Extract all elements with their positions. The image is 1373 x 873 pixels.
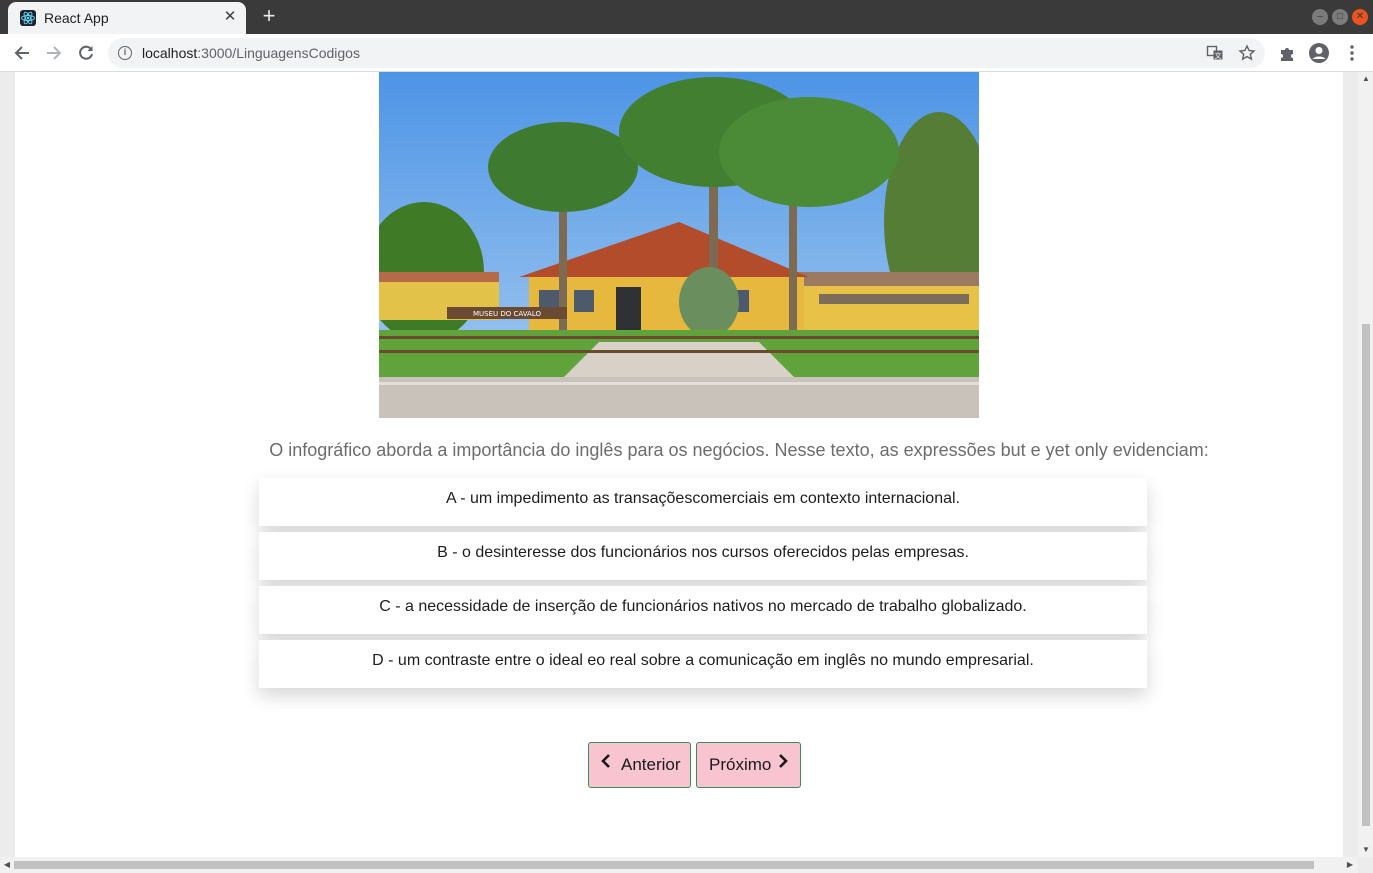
browser-titlebar: React App ✕ + – □ ✕ (0, 0, 1373, 34)
page-container: MUSEU DO CAVALO O infográfico aborda a i… (15, 72, 1343, 857)
horizontal-scroll-thumb[interactable] (14, 861, 1314, 869)
extensions-puzzle-icon[interactable] (1277, 42, 1299, 64)
vertical-scrollbar[interactable]: ▲ ▼ (1358, 72, 1373, 857)
previous-button[interactable]: Anterior (588, 742, 691, 788)
maximize-button[interactable]: □ (1332, 9, 1348, 25)
question-image: MUSEU DO CAVALO (379, 72, 979, 418)
answer-option-a[interactable]: A - um impedimento as transaçõescomercia… (259, 478, 1147, 526)
url-path: :3000/LinguagensCodigos (197, 45, 360, 61)
site-info-icon[interactable]: i (118, 46, 132, 60)
new-tab-button[interactable]: + (258, 5, 280, 28)
scroll-up-arrow-icon[interactable]: ▲ (1361, 74, 1371, 84)
browser-menu-icon[interactable] (1341, 42, 1363, 64)
profile-avatar-icon[interactable] (1308, 42, 1330, 64)
address-bar[interactable]: i localhost:3000/LinguagensCodigos 文 (108, 38, 1265, 68)
back-arrow-icon[interactable] (9, 40, 35, 66)
scroll-right-arrow-icon[interactable]: ▶ (1345, 860, 1355, 870)
scroll-left-arrow-icon[interactable]: ◀ (2, 860, 12, 870)
chevron-left-icon (601, 754, 610, 768)
next-button[interactable]: Próximo (696, 742, 801, 788)
browser-toolbar: i localhost:3000/LinguagensCodigos 文 (0, 34, 1373, 72)
minimize-button[interactable]: – (1312, 9, 1328, 25)
bookmark-star-icon[interactable] (1238, 44, 1256, 62)
page-viewport: MUSEU DO CAVALO O infográfico aborda a i… (0, 72, 1373, 873)
answer-option-b[interactable]: B - o desinteresse dos funcionários nos … (259, 532, 1147, 580)
tab-close-icon[interactable]: ✕ (222, 9, 238, 25)
previous-label: Anterior (621, 755, 681, 774)
minimize-icon: – (1317, 11, 1323, 22)
tab-title: React App (44, 10, 109, 26)
url-host: localhost (142, 45, 198, 61)
scroll-down-arrow-icon[interactable]: ▼ (1361, 845, 1371, 855)
reload-icon[interactable] (73, 40, 99, 66)
browser-tab[interactable]: React App ✕ (8, 2, 246, 34)
vertical-scroll-thumb[interactable] (1362, 324, 1370, 826)
answer-options: A - um impedimento as transaçõescomercia… (259, 478, 1147, 688)
answer-option-c[interactable]: C - a necessidade de inserção de funcion… (259, 586, 1147, 634)
translate-icon[interactable]: 文 (1206, 44, 1224, 62)
horizontal-scrollbar[interactable]: ◀ ▶ (0, 857, 1358, 873)
close-window-button[interactable]: ✕ (1352, 9, 1368, 25)
url-text: localhost:3000/LinguagensCodigos (142, 45, 360, 61)
forward-arrow-icon[interactable] (41, 40, 67, 66)
question-text: O infográfico aborda a importância do in… (269, 440, 1209, 460)
next-label: Próximo (709, 755, 772, 774)
svg-text:文: 文 (1215, 51, 1222, 60)
maximize-icon: □ (1336, 11, 1344, 22)
museum-sign-text: MUSEU DO CAVALO (473, 310, 542, 318)
answer-option-d[interactable]: D - um contraste entre o ideal eo real s… (259, 640, 1147, 688)
close-icon: ✕ (1355, 11, 1365, 22)
chevron-right-icon (779, 754, 788, 768)
react-logo-icon (20, 10, 36, 26)
